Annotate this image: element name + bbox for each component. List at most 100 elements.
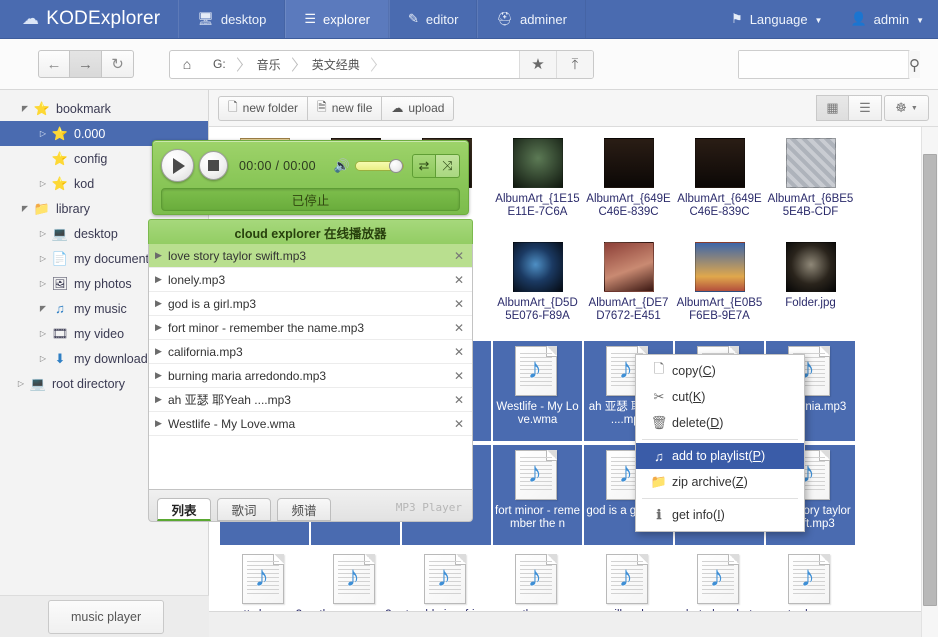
file-name: AlbumArt_{DE7D7672-E451 [588, 297, 669, 322]
view-options-button[interactable]: ☸ ▼ [884, 95, 929, 121]
file-item[interactable]: ♪ fort minor - remember the n [493, 445, 582, 545]
grid-view-icon: ▦ [826, 100, 839, 115]
nav-item-adminer[interactable]: ⛑ adminer [477, 0, 586, 38]
arrow-up-circle-icon[interactable]: ⤒ [556, 50, 593, 78]
user-menu[interactable]: 👤 admin ▼ [836, 0, 938, 38]
star-icon: ⭐ [51, 175, 69, 191]
search-box[interactable]: ⚲ [738, 50, 920, 79]
context-menu[interactable]: 🗋 copy(C) ✂ cut(K) 🗑 delete(D) ♫ add to … [635, 354, 805, 532]
file-item[interactable]: AlbumArt_{649EC46E-839C [584, 133, 673, 233]
repeat-button[interactable]: ⇄ [412, 153, 436, 178]
grid-view-button[interactable]: ▦ [816, 95, 849, 121]
playlist-row[interactable]: ▶ burning maria arredondo.mp3 ✕ [149, 364, 472, 388]
speaker-icon[interactable]: 🔊 [334, 158, 350, 174]
stop-button[interactable] [199, 151, 228, 180]
play-button[interactable] [161, 149, 194, 182]
breadcrumb-item-0[interactable]: G: [204, 51, 248, 78]
tab-lyrics[interactable]: 歌词 [217, 498, 271, 521]
remove-track-icon[interactable]: ✕ [454, 345, 464, 359]
taskbar-button-music-player[interactable]: music player [48, 599, 165, 634]
breadcrumb-path-bar[interactable]: ⌂ G: 音乐 英文经典 ★ ⤒ [169, 49, 594, 79]
nav-item-editor[interactable]: ✎ editor [389, 0, 478, 38]
remove-track-icon[interactable]: ✕ [454, 297, 464, 311]
tab-spectrum[interactable]: 频谱 [277, 498, 331, 521]
file-item[interactable]: ♪ what - be what you wanna.mp [675, 549, 764, 614]
context-menu-item-cut[interactable]: ✂ cut(K) [636, 384, 804, 410]
file-item[interactable]: AlbumArt_{E0B5F6EB-9E7A [675, 237, 764, 337]
remove-track-icon[interactable]: ✕ [454, 321, 464, 335]
nav-item-desktop[interactable]: 🖥 desktop [178, 0, 286, 38]
back-button[interactable]: ← [38, 50, 70, 78]
scrollbar-thumb[interactable] [923, 154, 937, 606]
context-menu-item-copy[interactable]: 🗋 copy(C) [636, 358, 804, 384]
player-titlebar[interactable]: cloud explorer 在线播放器 [148, 219, 473, 244]
twisty-open-icon[interactable]: ◤ [18, 204, 32, 213]
twisty-open-icon[interactable]: ◤ [36, 304, 50, 313]
twisty-closed-icon[interactable]: ▷ [36, 179, 50, 188]
forward-button[interactable]: → [70, 50, 102, 78]
twisty-closed-icon[interactable]: ▷ [36, 229, 50, 238]
remove-track-icon[interactable]: ✕ [454, 417, 464, 431]
language-label: Language [749, 11, 808, 27]
playlist-row[interactable]: ▶ ah 亚瑟 耶Yeah ....mp3 ✕ [149, 388, 472, 412]
new-folder-button[interactable]: 🗋 new folder [218, 95, 309, 121]
remove-track-icon[interactable]: ✕ [454, 369, 464, 383]
player-playlist[interactable]: ▶ love story taylor swift.mp3 ✕ ▶ lonely… [148, 244, 473, 490]
play-icon [173, 157, 185, 174]
language-menu[interactable]: ⚑ Language ▼ [717, 0, 836, 38]
file-item[interactable]: ♪ yesterday_once_more.mp3 [766, 549, 855, 614]
playlist-row[interactable]: ▶ god is a girl.mp3 ✕ [149, 292, 472, 316]
file-item[interactable]: AlbumArt_{1E15E11E-7C6A [493, 133, 582, 233]
playlist-row[interactable]: ▶ lonely.mp3 ✕ [149, 268, 472, 292]
volume-slider[interactable] [355, 158, 404, 173]
file-item[interactable]: ♪ wcg theme song.mp3 [493, 549, 582, 614]
remove-track-icon[interactable]: ✕ [454, 273, 464, 287]
twisty-closed-icon[interactable]: ▷ [36, 279, 50, 288]
twisty-closed-icon[interactable]: ▷ [36, 129, 50, 138]
twisty-closed-icon[interactable]: ▷ [36, 254, 50, 263]
file-item[interactable]: AlbumArt_{D5D5E076-F89A [493, 237, 582, 337]
home-icon[interactable]: ⌂ [170, 51, 204, 78]
context-menu-item-zip-archive[interactable]: 📁 zip archive(Z) [636, 469, 804, 495]
file-item[interactable]: ♪ the mass.mp3 [311, 549, 400, 614]
refresh-button[interactable]: ↻ [102, 50, 134, 78]
remove-track-icon[interactable]: ✕ [454, 393, 464, 407]
new-file-button[interactable]: 🗎 new file [308, 95, 383, 121]
breadcrumb-item-2[interactable]: 英文经典 [303, 51, 382, 78]
file-item[interactable]: ♪ we will rock you .mp3 [584, 549, 673, 614]
playlist-row[interactable]: ▶ love story taylor swift.mp3 ✕ [149, 244, 472, 268]
path-empty-area[interactable] [382, 51, 519, 78]
music-player-window[interactable]: 00:00 / 00:00 🔊 ⇄ ⤨ 已停止 cloud explorer 在… [148, 140, 473, 540]
file-item[interactable]: AlbumArt_{649EC46E-839C [675, 133, 764, 233]
search-input[interactable] [739, 51, 908, 78]
file-item[interactable]: ♪ trouble is a friend lenka.mp [402, 549, 491, 614]
upload-button[interactable]: ☁ upload [382, 95, 455, 121]
tab-list[interactable]: 列表 [157, 498, 211, 521]
file-item[interactable]: AlbumArt_{6BE55E4B-CDF [766, 133, 855, 233]
list-view-button[interactable]: ☰ [849, 95, 882, 121]
volume-knob[interactable] [388, 158, 403, 173]
context-menu-item-delete[interactable]: 🗑 delete(D) [636, 410, 804, 436]
twisty-open-icon[interactable]: ◤ [18, 104, 32, 113]
context-menu-item-get-info[interactable]: ℹ get info(I) [636, 502, 804, 528]
file-item[interactable]: ♪ pretty boy.mp3 [220, 549, 309, 614]
playlist-row[interactable]: ▶ Westlife - My Love.wma ✕ [149, 412, 472, 436]
remove-track-icon[interactable]: ✕ [454, 249, 464, 263]
nav-item-explorer[interactable]: ☰ explorer [285, 0, 390, 38]
twisty-closed-icon[interactable]: ▷ [14, 379, 28, 388]
file-item[interactable]: AlbumArt_{DE7D7672-E451 [584, 237, 673, 337]
favorite-star-icon[interactable]: ★ [519, 50, 556, 78]
file-pane-scrollbar[interactable] [921, 127, 938, 637]
volume-control[interactable]: 🔊 [334, 158, 404, 174]
twisty-closed-icon[interactable]: ▷ [36, 354, 50, 363]
twisty-closed-icon[interactable]: ▷ [36, 329, 50, 338]
playlist-row[interactable]: ▶ fort minor - remember the name.mp3 ✕ [149, 316, 472, 340]
file-item[interactable]: ♪ Westlife - My Love.wma [493, 341, 582, 441]
sidebar-item-bookmark[interactable]: ◤ ⭐ bookmark [0, 96, 208, 121]
context-menu-item-add-to-playlist[interactable]: ♫ add to playlist(P) [636, 443, 804, 469]
playlist-row[interactable]: ▶ california.mp3 ✕ [149, 340, 472, 364]
file-item[interactable]: Folder.jpg [766, 237, 855, 337]
breadcrumb-item-1[interactable]: 音乐 [248, 51, 303, 78]
magnifier-icon[interactable]: ⚲ [908, 51, 920, 78]
shuffle-button[interactable]: ⤨ [436, 153, 460, 178]
